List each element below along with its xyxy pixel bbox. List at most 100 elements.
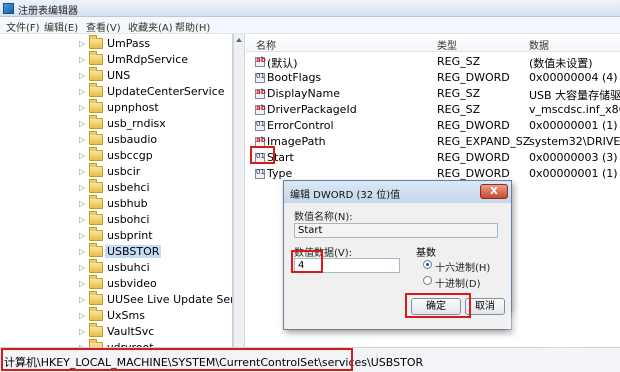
expand-arrow-icon[interactable]: ▷ <box>79 183 85 192</box>
value-type: REG_SZ <box>437 55 481 68</box>
tree-item[interactable]: ▷ VaultSvc <box>0 323 228 340</box>
tree-item-label: UpdateCenterService <box>107 85 225 98</box>
value-data: system32\DRIVERS\U <box>529 135 620 148</box>
key-tree[interactable]: ▷ UmPass ▷ UmRdpService ▷ UNS ▷ UpdateCenterSer… <box>0 34 233 347</box>
tree-item[interactable]: ▷ usbccgp <box>0 147 228 164</box>
expand-arrow-icon[interactable]: ▷ <box>79 39 85 48</box>
tree-item[interactable]: ▷ upnphost <box>0 99 228 116</box>
value-name-text: Start <box>298 225 323 236</box>
blur-overlay <box>505 300 620 348</box>
status-bar: 计算机\HKEY_LOCAL_MACHINE\SYSTEM\CurrentCon… <box>0 347 620 372</box>
value-data-input[interactable]: 4 <box>294 258 400 273</box>
value-row[interactable]: Start REG_DWORD 0x00000003 (3) <box>246 150 620 166</box>
column-data[interactable]: 数据 <box>529 37 549 52</box>
tree-item[interactable]: ▷ UUSee Live Update Service <box>0 291 232 308</box>
decimal-radio[interactable] <box>423 276 432 285</box>
expand-arrow-icon[interactable]: ▷ <box>79 231 85 240</box>
column-name[interactable]: 名称 <box>256 37 276 52</box>
value-row[interactable]: DriverPackageId REG_SZ v_mscdsc.inf_x86_ne… <box>246 102 620 118</box>
expand-arrow-icon[interactable]: ▷ <box>79 71 85 80</box>
expand-arrow-icon[interactable]: ▷ <box>79 279 85 288</box>
expand-arrow-icon[interactable]: ▷ <box>79 311 85 320</box>
tree-item[interactable]: ▷ usb_rndisx <box>0 115 228 132</box>
folder-icon <box>89 243 103 257</box>
tree-item-label: usbcir <box>107 165 141 178</box>
tree-item[interactable]: ▷ usbuhci <box>0 259 228 276</box>
value-type: REG_SZ <box>437 103 481 116</box>
tree-item-label: usbccgp <box>107 149 153 162</box>
tree-item[interactable]: ▷ usbprint <box>0 227 228 244</box>
tree-item[interactable]: ▷ USBSTOR <box>0 243 228 260</box>
tree-item[interactable]: ▷ usbohci <box>0 211 228 228</box>
value-row[interactable]: (默认) REG_SZ (数值未设置) <box>246 54 620 70</box>
dialog-title-bar: 编辑 DWORD (32 位)值 X <box>284 181 511 203</box>
folder-icon <box>89 51 103 65</box>
dialog-close-button[interactable]: X <box>480 184 508 199</box>
tree-item[interactable]: ▷vdrvroot <box>0 339 228 347</box>
value-row[interactable]: BootFlags REG_DWORD 0x00000004 (4) <box>246 70 620 86</box>
value-data: 0x00000004 (4) <box>529 71 618 84</box>
expand-arrow-icon[interactable]: ▷ <box>79 247 85 256</box>
expand-arrow-icon[interactable]: ▷ <box>79 263 85 272</box>
folder-icon <box>89 131 103 145</box>
folder-icon <box>89 99 103 113</box>
value-row[interactable]: DisplayName REG_SZ USB 大容量存储驱动程 <box>246 86 620 102</box>
tree-item[interactable]: ▷ UmRdpService <box>0 51 228 68</box>
tree-item[interactable]: ▷ usbcir <box>0 163 228 180</box>
menu-view[interactable]: 查看(V) <box>86 19 121 34</box>
dialog-body: 数值名称(N): Start 数值数据(V): 4 基数 十六进制(H) 十进制… <box>285 203 510 329</box>
expand-arrow-icon[interactable]: ▷ <box>79 87 85 96</box>
ok-button[interactable]: 确定 <box>411 298 461 315</box>
value-data-text: 4 <box>298 260 305 271</box>
expand-arrow-icon[interactable]: ▷ <box>79 119 85 128</box>
binary-value-icon <box>255 120 265 131</box>
folder-icon <box>89 179 103 193</box>
expand-arrow-icon[interactable]: ▷ <box>79 103 85 112</box>
value-name: ImagePath <box>267 135 326 148</box>
regedit-icon <box>3 3 14 14</box>
folder-icon <box>89 35 103 49</box>
expand-arrow-icon[interactable]: ▷ <box>79 55 85 64</box>
tree-item[interactable]: ▷ usbehci <box>0 179 228 196</box>
value-row[interactable]: ImagePath REG_EXPAND_SZsystem32\DRIVERS\U <box>246 134 620 150</box>
tree-item[interactable]: ▷ usbvideo <box>0 275 228 292</box>
title-bar: 注册表编辑器 <box>0 0 620 17</box>
cancel-button[interactable]: 取消 <box>465 298 505 315</box>
hex-label[interactable]: 十六进制(H) <box>435 259 490 274</box>
tree-item[interactable]: ▷ UmPass <box>0 35 228 52</box>
tree-item[interactable]: ▷ usbaudio <box>0 131 228 148</box>
menu-help[interactable]: 帮助(H) <box>175 19 210 34</box>
value-row[interactable]: ErrorControl REG_DWORD 0x00000001 (1) <box>246 118 620 134</box>
expand-arrow-icon[interactable]: ▷ <box>79 199 85 208</box>
folder-icon <box>89 163 103 177</box>
tree-item[interactable]: ▷ UpdateCenterService <box>0 83 228 100</box>
menu-edit[interactable]: 编辑(E) <box>44 19 78 34</box>
value-type: REG_DWORD <box>437 119 510 132</box>
binary-value-icon <box>255 152 265 163</box>
folder-icon <box>89 115 103 129</box>
window-title: 注册表编辑器 <box>18 6 78 17</box>
decimal-label[interactable]: 十进制(D) <box>435 275 481 290</box>
tree-item[interactable]: ▷ UxSms <box>0 307 228 324</box>
tree-item-label: usbehci <box>107 181 150 194</box>
expand-arrow-icon[interactable]: ▷ <box>79 167 85 176</box>
tree-item[interactable]: ▷ usbhub <box>0 195 228 212</box>
expand-arrow-icon[interactable]: ▷ <box>79 135 85 144</box>
folder-icon <box>89 195 103 209</box>
tree-item[interactable]: ▷ UNS <box>0 67 228 84</box>
expand-arrow-icon[interactable]: ▷ <box>79 327 85 336</box>
value-data: v_mscdsc.inf_x86_neu <box>529 103 620 116</box>
column-type[interactable]: 类型 <box>437 37 457 52</box>
expand-arrow-icon[interactable]: ▷ <box>79 215 85 224</box>
hex-radio[interactable] <box>423 260 432 269</box>
expand-arrow-icon[interactable]: ▷ <box>79 151 85 160</box>
tree-item-label: upnphost <box>107 101 159 114</box>
tree-scrollbar[interactable] <box>233 34 245 347</box>
expand-arrow-icon[interactable]: ▷ <box>79 295 85 304</box>
scroll-up-icon[interactable] <box>236 38 242 42</box>
edit-dword-dialog: 编辑 DWORD (32 位)值 X 数值名称(N): Start 数值数据(V… <box>283 180 512 330</box>
menu-file[interactable]: 文件(F) <box>6 19 40 34</box>
value-data: (数值未设置) <box>529 57 593 70</box>
value-data: 0x00000001 (1) <box>529 119 618 132</box>
menu-favorites[interactable]: 收藏夹(A) <box>128 19 173 34</box>
